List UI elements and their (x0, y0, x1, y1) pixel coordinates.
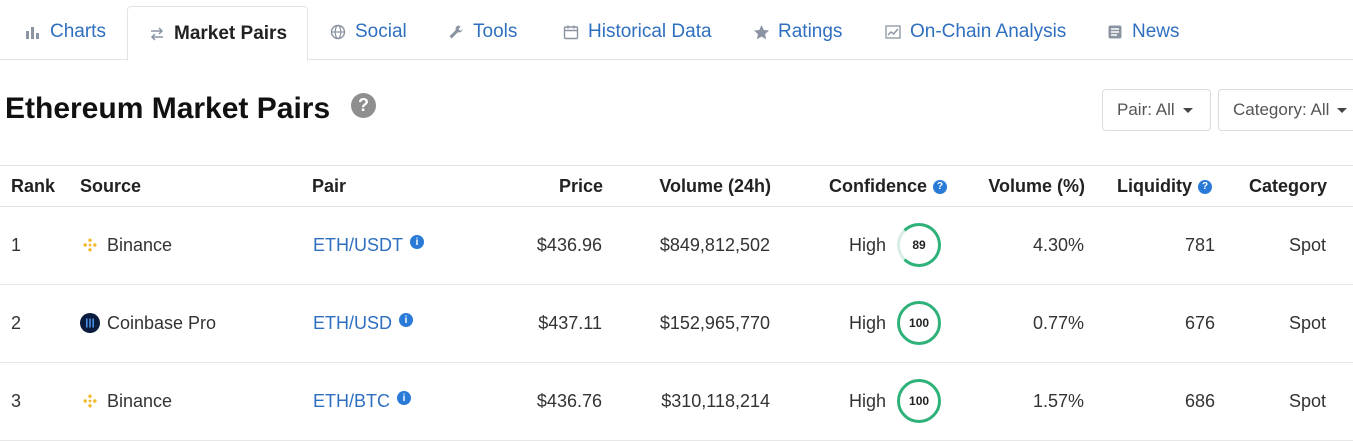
volume-pct-cell: 4.30% (1032, 234, 1084, 255)
tab-label: News (1132, 21, 1180, 42)
rank-cell: 3 (11, 390, 22, 411)
pair-link[interactable]: ETH/USD (313, 313, 392, 334)
confidence-label: High (849, 390, 887, 411)
source-name: Binance (107, 234, 173, 255)
pair-filter-dropdown[interactable]: Pair: All (1102, 89, 1211, 131)
coinbase-icon (80, 313, 100, 333)
confidence-cell: High 100 (849, 284, 942, 362)
header-liquidity[interactable]: Liquidity ? (1117, 176, 1212, 197)
header-liquidity-label: Liquidity (1117, 176, 1192, 196)
liquidity-cell: 686 (1184, 390, 1215, 411)
page-title: Ethereum Market Pairs (5, 92, 331, 125)
volume-pct-cell: 0.77% (1032, 312, 1084, 333)
volume-cell: $310,118,214 (661, 390, 770, 411)
calendar-icon (562, 23, 580, 41)
header-confidence-label: Confidence (829, 176, 928, 196)
header-category[interactable]: Category (1230, 176, 1327, 197)
source-cell[interactable]: Coinbase Pro (80, 284, 216, 362)
line-chart-icon (884, 23, 902, 41)
pair-cell[interactable]: ETH/USD i (313, 284, 414, 362)
source-name: Coinbase Pro (107, 312, 217, 333)
pair-link[interactable]: ETH/USDT (313, 235, 403, 256)
info-icon[interactable]: i (397, 391, 412, 405)
tab-label: Market Pairs (174, 22, 288, 44)
header-volume[interactable]: Volume (24h) (620, 176, 771, 197)
header-confidence[interactable]: Confidence ? (829, 176, 948, 197)
volume-pct-cell: 1.57% (1032, 390, 1084, 411)
price-cell: $436.76 (536, 390, 602, 411)
rank-cell: 2 (11, 312, 22, 333)
header-pair[interactable]: Pair (312, 176, 346, 197)
category-cell: Spot (1288, 390, 1326, 411)
table-row: 3 Binance ETH/BTC i $436.76 $310,118,214… (0, 362, 1353, 441)
globe-icon (329, 23, 347, 41)
liquidity-info-icon[interactable]: ? (1198, 179, 1212, 194)
category-filter-label: Category: All (1233, 100, 1330, 119)
tab-label: Tools (473, 21, 518, 42)
tab-charts[interactable]: Charts (24, 6, 106, 58)
pair-cell[interactable]: ETH/USDT i (313, 206, 424, 284)
tab-label: Historical Data (588, 21, 712, 42)
confidence-info-icon[interactable]: ? (933, 179, 948, 194)
tab-historical-data[interactable]: Historical Data (562, 6, 712, 58)
tab-social[interactable]: Social (329, 6, 407, 58)
pair-link[interactable]: ETH/BTC (313, 391, 390, 412)
table-row: 1 Binance ETH/USDT i $436.96 $849,812,50… (0, 206, 1353, 285)
tab-bar: Charts Market Pairs Social Tools Histori… (0, 0, 1353, 61)
info-icon[interactable]: i (399, 313, 414, 327)
category-filter-dropdown[interactable]: Category: All (1218, 89, 1353, 131)
newspaper-icon (1106, 23, 1124, 41)
chevron-down-icon (1337, 107, 1348, 113)
help-icon[interactable]: ? (351, 93, 376, 118)
source-cell[interactable]: Binance (80, 362, 172, 440)
liquidity-cell: 676 (1184, 312, 1215, 333)
table-row: 2 Coinbase Pro ETH/USD i $437.11 $152,96… (0, 284, 1353, 363)
header-rank[interactable]: Rank (11, 176, 55, 197)
binance-icon (80, 235, 100, 255)
header-price[interactable]: Price (500, 176, 603, 197)
price-cell: $437.11 (538, 312, 602, 333)
header-volume-pct[interactable]: Volume (%) (960, 176, 1085, 197)
source-cell[interactable]: Binance (80, 206, 172, 284)
confidence-score[interactable]: 89 (897, 223, 942, 267)
tab-market-pairs[interactable]: Market Pairs (127, 6, 309, 61)
liquidity-cell: 781 (1184, 234, 1215, 255)
source-name: Binance (107, 390, 173, 411)
tab-label: Social (355, 21, 407, 42)
swap-arrows-icon (148, 25, 166, 43)
confidence-score[interactable]: 100 (897, 301, 942, 345)
category-cell: Spot (1288, 234, 1326, 255)
confidence-cell: High 100 (849, 362, 942, 440)
tab-label: Ratings (778, 21, 843, 42)
pair-cell[interactable]: ETH/BTC i (313, 362, 412, 440)
tab-on-chain-analysis[interactable]: On-Chain Analysis (884, 6, 1066, 58)
info-icon[interactable]: i (410, 235, 424, 249)
confidence-label: High (849, 312, 887, 333)
rank-cell: 1 (11, 234, 22, 255)
header-source[interactable]: Source (80, 176, 141, 197)
tab-tools[interactable]: Tools (447, 6, 517, 58)
table-header: Rank Source Pair Price Volume (24h) Conf… (0, 165, 1353, 207)
chevron-down-icon (1182, 107, 1193, 113)
bar-chart-icon (24, 23, 42, 41)
star-icon (752, 23, 770, 41)
wrench-icon (447, 23, 465, 41)
tab-ratings[interactable]: Ratings (752, 6, 842, 58)
volume-cell: $849,812,502 (659, 234, 770, 255)
pair-filter-label: Pair: All (1117, 100, 1175, 119)
binance-icon (80, 391, 100, 411)
volume-cell: $152,965,770 (659, 312, 770, 333)
confidence-score[interactable]: 100 (897, 379, 942, 423)
price-cell: $436.96 (536, 234, 602, 255)
tab-label: Charts (50, 21, 106, 42)
confidence-label: High (849, 234, 887, 255)
category-cell: Spot (1288, 312, 1326, 333)
tab-news[interactable]: News (1106, 6, 1180, 58)
confidence-cell: High 89 (849, 206, 942, 284)
tab-label: On-Chain Analysis (910, 21, 1067, 42)
